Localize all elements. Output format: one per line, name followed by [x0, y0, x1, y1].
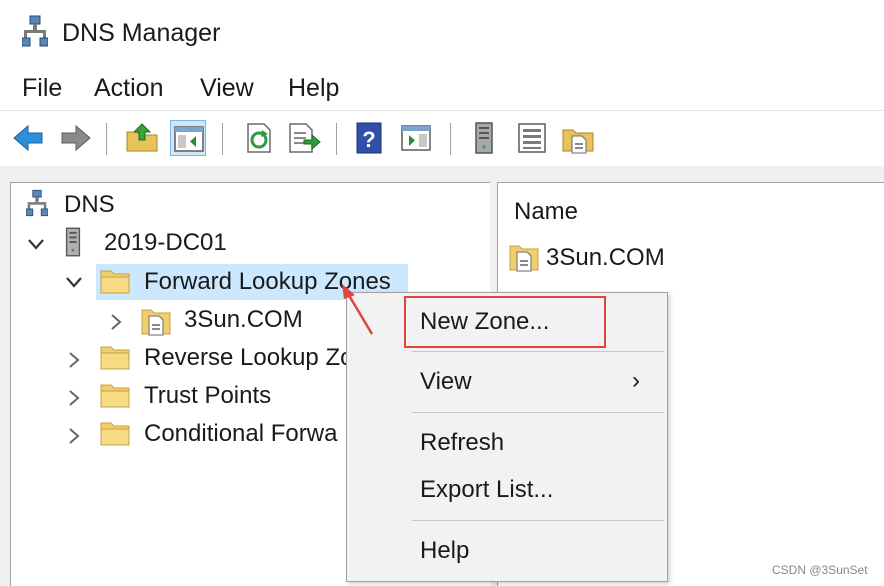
refresh-icon [247, 123, 271, 153]
context-menu-help[interactable]: Help [420, 536, 469, 566]
tree-item-reverse-lookup-zones[interactable]: Reverse Lookup Zo [144, 343, 353, 373]
zone-icon [508, 240, 540, 277]
server-icon [475, 122, 493, 154]
tree-item-server[interactable]: 2019-DC01 [104, 228, 227, 258]
up-folder-icon [126, 123, 158, 152]
column-header-name[interactable]: Name [514, 197, 578, 227]
forward-arrow-icon [61, 124, 91, 152]
chevron-right-icon[interactable] [64, 388, 84, 408]
forward-button[interactable] [58, 120, 94, 156]
dns-manager-icon [21, 14, 49, 50]
watermark: CSDN @3SunSet [772, 563, 868, 577]
back-button[interactable] [10, 120, 46, 156]
show-hide-action-pane-button[interactable] [398, 120, 434, 156]
list-view-button[interactable] [514, 120, 550, 156]
zone-button[interactable] [560, 120, 596, 156]
result-row-3sun-com[interactable]: 3Sun.COM [546, 243, 665, 273]
zone-icon [562, 129, 594, 154]
server-button[interactable] [466, 120, 502, 156]
folder-icon [100, 344, 130, 375]
menu-file[interactable]: File [22, 73, 62, 103]
action-pane-icon [401, 125, 431, 151]
context-menu-export-list[interactable]: Export List... [420, 475, 553, 505]
tree-item-conditional-forwarders[interactable]: Conditional Forwa [144, 419, 337, 449]
annotation-arrow-icon [342, 284, 374, 335]
chevron-down-icon[interactable] [26, 234, 46, 254]
tree-item-trust-points[interactable]: Trust Points [144, 381, 271, 411]
folder-icon [100, 268, 130, 299]
up-one-level-button[interactable] [124, 120, 160, 156]
export-list-icon [289, 123, 321, 153]
toolbar-separator [222, 123, 223, 155]
toolbar-separator [336, 123, 337, 155]
export-list-button[interactable] [286, 120, 322, 156]
context-menu-separator [412, 412, 664, 413]
menu-bar: File Action View Help [0, 64, 884, 110]
menu-action[interactable]: Action [94, 73, 163, 103]
submenu-arrow-icon: › [632, 367, 640, 394]
folder-icon [100, 382, 130, 413]
context-menu-separator [412, 520, 664, 521]
chevron-right-icon[interactable] [64, 426, 84, 446]
chevron-right-icon[interactable] [64, 350, 84, 370]
window-title: DNS Manager [62, 19, 221, 47]
list-icon [518, 123, 546, 153]
server-icon [62, 226, 84, 263]
svg-text:?: ? [362, 127, 375, 152]
context-menu-view[interactable]: View [420, 367, 472, 397]
context-menu-separator [412, 351, 664, 352]
zone-icon [140, 304, 172, 341]
refresh-button[interactable] [240, 120, 276, 156]
show-hide-tree-icon [174, 126, 204, 152]
context-menu-refresh[interactable]: Refresh [420, 428, 504, 458]
toolbar: ? [0, 110, 884, 166]
menu-view[interactable]: View [200, 73, 254, 103]
tree-item-3sun-com[interactable]: 3Sun.COM [184, 305, 303, 335]
chevron-right-icon[interactable] [106, 312, 126, 332]
menu-help[interactable]: Help [288, 73, 339, 103]
chevron-down-icon[interactable] [64, 272, 84, 292]
tree-item-dns[interactable]: DNS [64, 190, 115, 220]
folder-icon [100, 420, 130, 451]
dns-root-icon [25, 188, 49, 223]
help-button[interactable]: ? [352, 120, 388, 156]
toolbar-separator [450, 123, 451, 155]
annotation-highlight-box [404, 296, 606, 348]
back-arrow-icon [13, 124, 43, 152]
show-hide-console-tree-button[interactable] [170, 120, 206, 156]
toolbar-separator [106, 123, 107, 155]
help-icon: ? [356, 122, 382, 154]
